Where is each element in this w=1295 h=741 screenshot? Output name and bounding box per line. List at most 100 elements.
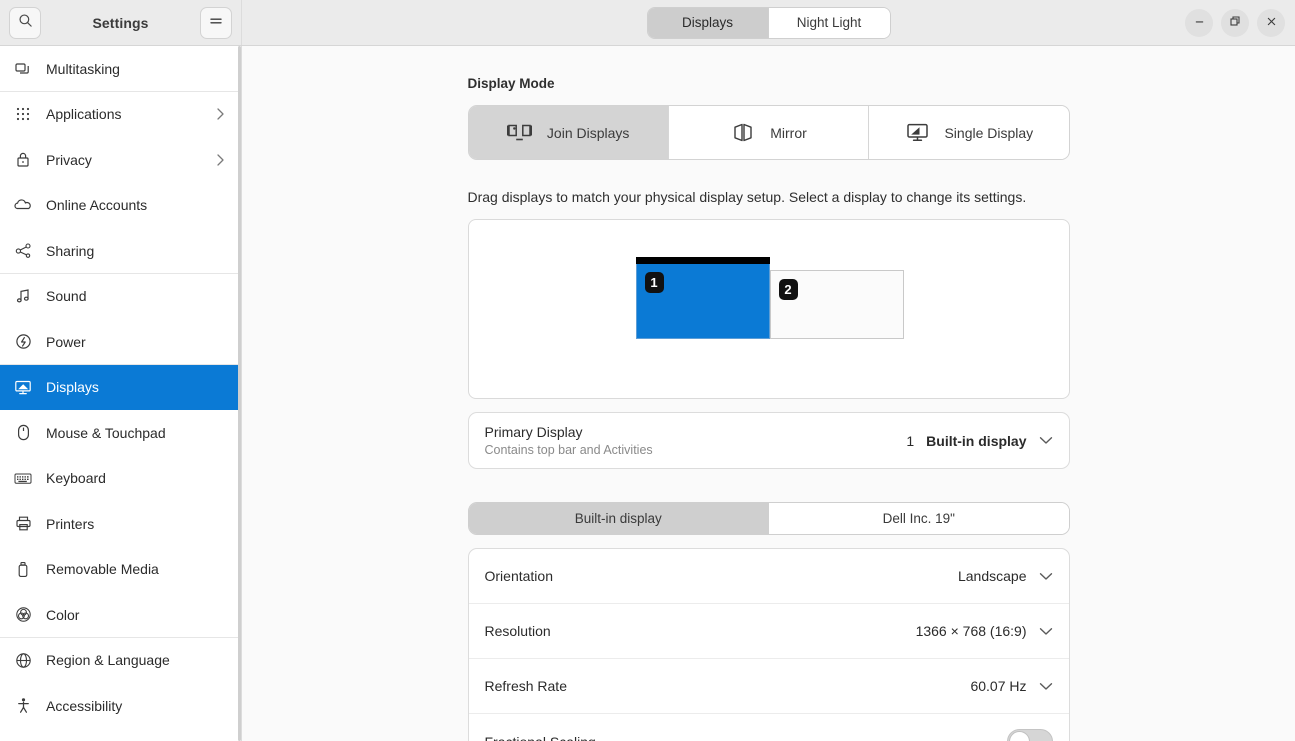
sidebar-item-label: Region & Language — [46, 652, 170, 669]
lock-icon — [14, 151, 32, 169]
cloud-icon — [14, 196, 32, 214]
sidebar-item-label: Sharing — [46, 242, 95, 259]
tab-night-light[interactable]: Night Light — [768, 7, 890, 38]
sidebar-item-label: Mouse & Touchpad — [46, 424, 166, 441]
chevron-down-icon — [1039, 627, 1053, 636]
primary-display-subtitle: Contains top bar and Activities — [484, 443, 653, 458]
window-title: Settings — [92, 14, 149, 31]
applications-grid-icon — [14, 105, 32, 123]
sidebar-item-printers[interactable]: Printers — [0, 501, 241, 547]
primary-display-value: Built-in display — [926, 432, 1027, 449]
display-settings-card: Orientation Landscape Resolution 1366 × … — [467, 548, 1070, 741]
chevron-down-icon — [1039, 682, 1053, 691]
monitor-2-badge: 2 — [778, 279, 798, 301]
sidebar-item-privacy[interactable]: Privacy — [0, 137, 241, 183]
orientation-value-group[interactable]: Landscape — [958, 568, 1053, 584]
display-selector-tabs: Built-in display Dell Inc. 19" — [467, 502, 1070, 536]
sidebar-item-multitasking[interactable]: Multitasking — [0, 46, 241, 92]
minimize-icon — [1194, 14, 1205, 32]
monitor-2[interactable]: 2 — [769, 270, 904, 340]
displays-panel: Display Mode Join Displays Mirror Single… — [467, 46, 1070, 741]
fractional-scaling-toggle[interactable] — [1006, 729, 1053, 741]
window-body: Multitasking Applications Privacy Online… — [0, 46, 1295, 741]
sidebar-item-label: Printers — [46, 515, 95, 532]
display-tab-built-in[interactable]: Built-in display — [468, 503, 769, 535]
toggle-knob — [1008, 731, 1030, 741]
sidebar-item-sound[interactable]: Sound — [0, 274, 241, 320]
tab-displays[interactable]: Displays — [647, 7, 769, 38]
drag-displays-hint: Drag displays to match your physical dis… — [467, 189, 1027, 205]
sidebar-item-removable-media[interactable]: Removable Media — [0, 547, 241, 593]
sidebar-item-displays[interactable]: Displays — [0, 364, 241, 410]
close-icon — [1266, 14, 1277, 32]
sidebar-item-color[interactable]: Color — [0, 592, 241, 638]
fractional-scaling-row[interactable]: Fractional Scaling — [469, 714, 1069, 741]
mode-mirror-button[interactable]: Mirror — [668, 106, 870, 159]
main-menu-button[interactable] — [200, 6, 232, 39]
display-tab-dell[interactable]: Dell Inc. 19" — [769, 503, 1069, 535]
refresh-rate-value-group[interactable]: 60.07 Hz — [970, 678, 1052, 694]
top-tabs-container: Displays Night Light — [242, 6, 1295, 39]
maximize-button[interactable] — [1221, 8, 1249, 37]
search-button[interactable] — [9, 6, 41, 39]
display-icon — [14, 378, 32, 396]
sidebar-item-region-language[interactable]: Region & Language — [0, 638, 241, 684]
sidebar-item-label: Online Accounts — [46, 197, 148, 214]
mode-single-display-button[interactable]: Single Display — [869, 106, 1069, 159]
fractional-scaling-control-group — [1006, 729, 1053, 741]
sidebar-item-sharing[interactable]: Sharing — [0, 228, 241, 274]
orientation-value: Landscape — [957, 568, 1027, 585]
sidebar-item-online-accounts[interactable]: Online Accounts — [0, 183, 241, 229]
sidebar-item-accessibility[interactable]: Accessibility — [0, 683, 241, 729]
mode-label: Join Displays — [546, 124, 630, 141]
sidebar-item-label: Power — [46, 333, 86, 350]
sidebar-item-label: Multitasking — [46, 60, 120, 77]
printer-icon — [14, 515, 32, 533]
monitor-1-top-bar — [635, 257, 770, 265]
sidebar-item-label: Color — [46, 606, 80, 623]
sidebar-item-power[interactable]: Power — [0, 319, 241, 365]
sidebar-item-label: Displays — [46, 379, 99, 396]
top-tabs: Displays Night Light — [646, 6, 891, 39]
single-display-icon — [904, 122, 930, 144]
primary-display-row[interactable]: Primary Display Contains top bar and Act… — [469, 413, 1069, 468]
refresh-rate-row[interactable]: Refresh Rate 60.07 Hz — [468, 659, 1069, 715]
sidebar-item-label: Privacy — [46, 151, 92, 168]
display-mode-heading: Display Mode — [467, 76, 555, 91]
primary-display-title: Primary Display — [484, 424, 583, 441]
mirror-displays-icon — [730, 122, 756, 144]
sidebar-scrollbar[interactable] — [238, 46, 241, 741]
close-button[interactable] — [1257, 8, 1285, 37]
refresh-rate-label: Refresh Rate — [484, 678, 567, 695]
mode-join-displays-button[interactable]: Join Displays — [468, 106, 669, 159]
display-arrangement-area[interactable]: 1 2 — [467, 219, 1070, 400]
chevron-right-icon — [216, 107, 225, 121]
primary-display-number: 1 — [906, 432, 915, 449]
sidebar-item-applications[interactable]: Applications — [0, 92, 241, 138]
sidebar: Multitasking Applications Privacy Online… — [0, 46, 242, 741]
sidebar-item-mouse-touchpad[interactable]: Mouse & Touchpad — [0, 410, 241, 456]
resolution-value-group[interactable]: 1366 × 768 (16:9) — [916, 623, 1053, 639]
search-icon — [18, 13, 33, 33]
music-note-icon — [14, 287, 32, 305]
resolution-label: Resolution — [484, 623, 551, 640]
usb-drive-icon — [14, 560, 32, 578]
monitor-1-badge: 1 — [644, 272, 664, 294]
sidebar-scrollbar-thumb[interactable] — [238, 46, 241, 741]
sidebar-item-label: Sound — [46, 288, 87, 305]
display-mode-group: Join Displays Mirror Single Display — [467, 105, 1070, 160]
sidebar-item-label: Removable Media — [46, 561, 159, 578]
minimize-button[interactable] — [1185, 8, 1213, 37]
keyboard-icon — [14, 469, 32, 487]
primary-display-card: Primary Display Contains top bar and Act… — [467, 412, 1070, 470]
sidebar-item-keyboard[interactable]: Keyboard — [0, 456, 241, 502]
primary-display-value-group[interactable]: 1 Built-in display — [906, 433, 1052, 449]
orientation-row[interactable]: Orientation Landscape — [468, 549, 1069, 605]
join-displays-icon — [507, 122, 533, 144]
chevron-down-icon — [1039, 436, 1053, 445]
mouse-icon — [14, 424, 32, 442]
sidebar-item-label: Keyboard — [46, 470, 106, 487]
monitor-1[interactable]: 1 — [635, 257, 770, 340]
window-controls — [1185, 8, 1285, 37]
resolution-row[interactable]: Resolution 1366 × 768 (16:9) — [468, 604, 1069, 660]
